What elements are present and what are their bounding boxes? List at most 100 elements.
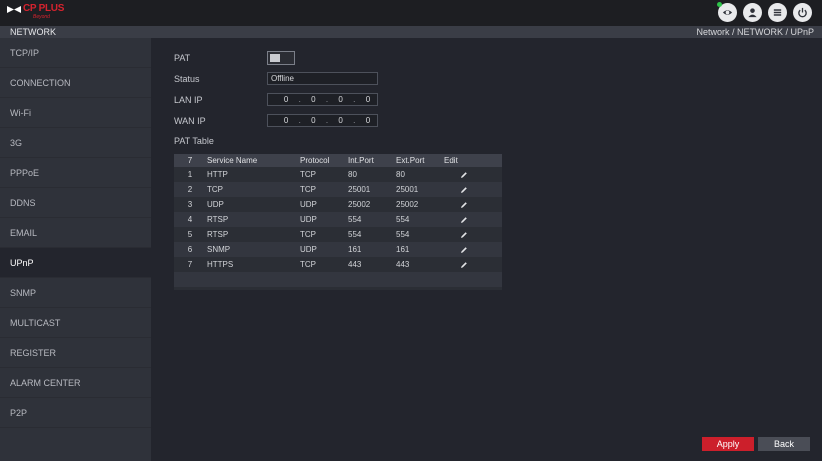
row-protocol: TCP [300,230,316,239]
row-protocol: UDP [300,245,317,254]
table-row[interactable]: 4 RTSP UDP 554 554 [174,212,502,227]
header-service-name[interactable]: Service Name [206,154,300,167]
sidebar-item-email[interactable]: EMAIL [0,218,151,248]
sidebar: TCP/IP CONNECTION Wi-Fi 3G PPPoE DDNS EM… [0,38,151,461]
lan-ip-octet[interactable]: 0 [277,94,295,105]
edit-pencil-icon[interactable] [460,216,468,224]
table-header: 7 Service Name Protocol Int.Port Ext.Por… [174,154,502,167]
power-icon[interactable] [793,3,812,22]
sidebar-item-pppoe[interactable]: PPPoE [0,158,151,188]
table-body: 1 HTTP TCP 80 80 2 TCP TCP 25001 25001 3… [174,167,502,287]
table-row[interactable]: 3 UDP UDP 25002 25002 [174,197,502,212]
row-protocol: TCP [300,260,316,269]
back-button[interactable]: Back [758,437,810,451]
row-protocol: UDP [300,215,317,224]
status-dot-icon [717,2,722,7]
pat-table: 7 Service Name Protocol Int.Port Ext.Por… [174,154,502,290]
page-title: NETWORK [10,27,56,37]
wan-ip-octet[interactable]: 0 [277,115,295,126]
sidebar-item-wifi[interactable]: Wi-Fi [0,98,151,128]
row-ext-port: 25001 [396,185,419,194]
sidebar-item-ddns[interactable]: DDNS [0,188,151,218]
row-number: 3 [187,200,193,209]
table-row[interactable]: 2 TCP TCP 25001 25001 [174,182,502,197]
row-service: SNMP [207,245,231,254]
edit-pencil-icon[interactable] [460,246,468,254]
row-int-port: 80 [348,170,357,179]
header-int-port[interactable]: Int.Port [348,154,396,167]
row-int-port: 25002 [348,200,371,209]
row-service: UDP [207,200,224,209]
row-int-port: 25001 [348,185,371,194]
row-ext-port: 443 [396,260,410,269]
main-content: PAT Status Offline LAN IP 0. 0. 0. 0 WAN… [151,38,822,461]
lan-ip-octet[interactable]: 0 [332,94,350,105]
sidebar-item-connection[interactable]: CONNECTION [0,68,151,98]
sidebar-item-p2p[interactable]: P2P [0,398,151,428]
header-protocol[interactable]: Protocol [300,154,348,167]
wan-ip-field[interactable]: 0. 0. 0. 0 [267,114,378,127]
top-icon-group [717,2,812,22]
table-row[interactable]: 5 RTSP TCP 554 554 [174,227,502,242]
row-protocol: TCP [300,170,316,179]
wan-ip-octet[interactable]: 0 [359,115,377,126]
sidebar-item-register[interactable]: REGISTER [0,338,151,368]
row-service: TCP [207,185,223,194]
header-edit: Edit [444,156,458,165]
wan-ip-octet[interactable]: 0 [304,115,322,126]
edit-pencil-icon[interactable] [460,201,468,209]
sidebar-item-3g[interactable]: 3G [0,128,151,158]
sidebar-item-multicast[interactable]: MULTICAST [0,308,151,338]
row-service: RTSP [207,215,229,224]
eye-icon[interactable] [717,2,737,22]
brand-logo: CP PLUS Beyond [6,3,66,23]
row-ext-port: 161 [396,245,410,254]
header-ext-port[interactable]: Ext.Port [396,154,444,167]
sidebar-item-upnp[interactable]: UPnP [0,248,151,278]
lan-ip-octet[interactable]: 0 [359,94,377,105]
row-number: 5 [187,230,193,239]
logo-sub-text: Beyond [33,14,50,20]
edit-pencil-icon[interactable] [460,186,468,194]
edit-pencil-icon[interactable] [460,231,468,239]
table-row[interactable]: 7 HTTPS TCP 443 443 [174,257,502,272]
logo-brand-text: CP PLUS [23,3,65,14]
row-service: HTTP [207,170,228,179]
breadcrumb: Network / NETWORK / UPnP [696,27,814,37]
edit-pencil-icon[interactable] [460,171,468,179]
header-count[interactable]: 7 [174,154,206,167]
edit-pencil-icon[interactable] [460,261,468,269]
user-icon[interactable] [743,3,762,22]
top-bar: CP PLUS Beyond [0,0,822,26]
pat-label: PAT [174,53,191,63]
row-number: 6 [187,245,193,254]
pat-toggle-knob [270,54,280,62]
wan-ip-octet[interactable]: 0 [332,115,350,126]
pat-table-label: PAT Table [174,136,214,146]
row-protocol: TCP [300,185,316,194]
apply-button[interactable]: Apply [702,437,754,451]
lan-ip-label: LAN IP [174,95,203,105]
table-row[interactable]: 1 HTTP TCP 80 80 [174,167,502,182]
row-int-port: 554 [348,215,362,224]
row-int-port: 161 [348,245,362,254]
row-number: 2 [187,185,193,194]
sidebar-item-alarm-center[interactable]: ALARM CENTER [0,368,151,398]
menu-icon[interactable] [768,3,787,22]
lan-ip-octet[interactable]: 0 [304,94,322,105]
pat-toggle[interactable] [267,51,295,65]
table-row[interactable]: 6 SNMP UDP 161 161 [174,242,502,257]
sidebar-item-tcpip[interactable]: TCP/IP [0,38,151,68]
row-number: 7 [187,260,193,269]
row-ext-port: 554 [396,215,410,224]
lan-ip-field[interactable]: 0. 0. 0. 0 [267,93,378,106]
title-bar: NETWORK Network / NETWORK / UPnP [0,26,822,38]
table-row-empty [174,272,502,287]
row-number: 4 [187,215,193,224]
row-int-port: 554 [348,230,362,239]
sidebar-item-snmp[interactable]: SNMP [0,278,151,308]
status-field: Offline [267,72,378,85]
wan-ip-label: WAN IP [174,116,206,126]
status-label: Status [174,74,200,84]
row-protocol: UDP [300,200,317,209]
